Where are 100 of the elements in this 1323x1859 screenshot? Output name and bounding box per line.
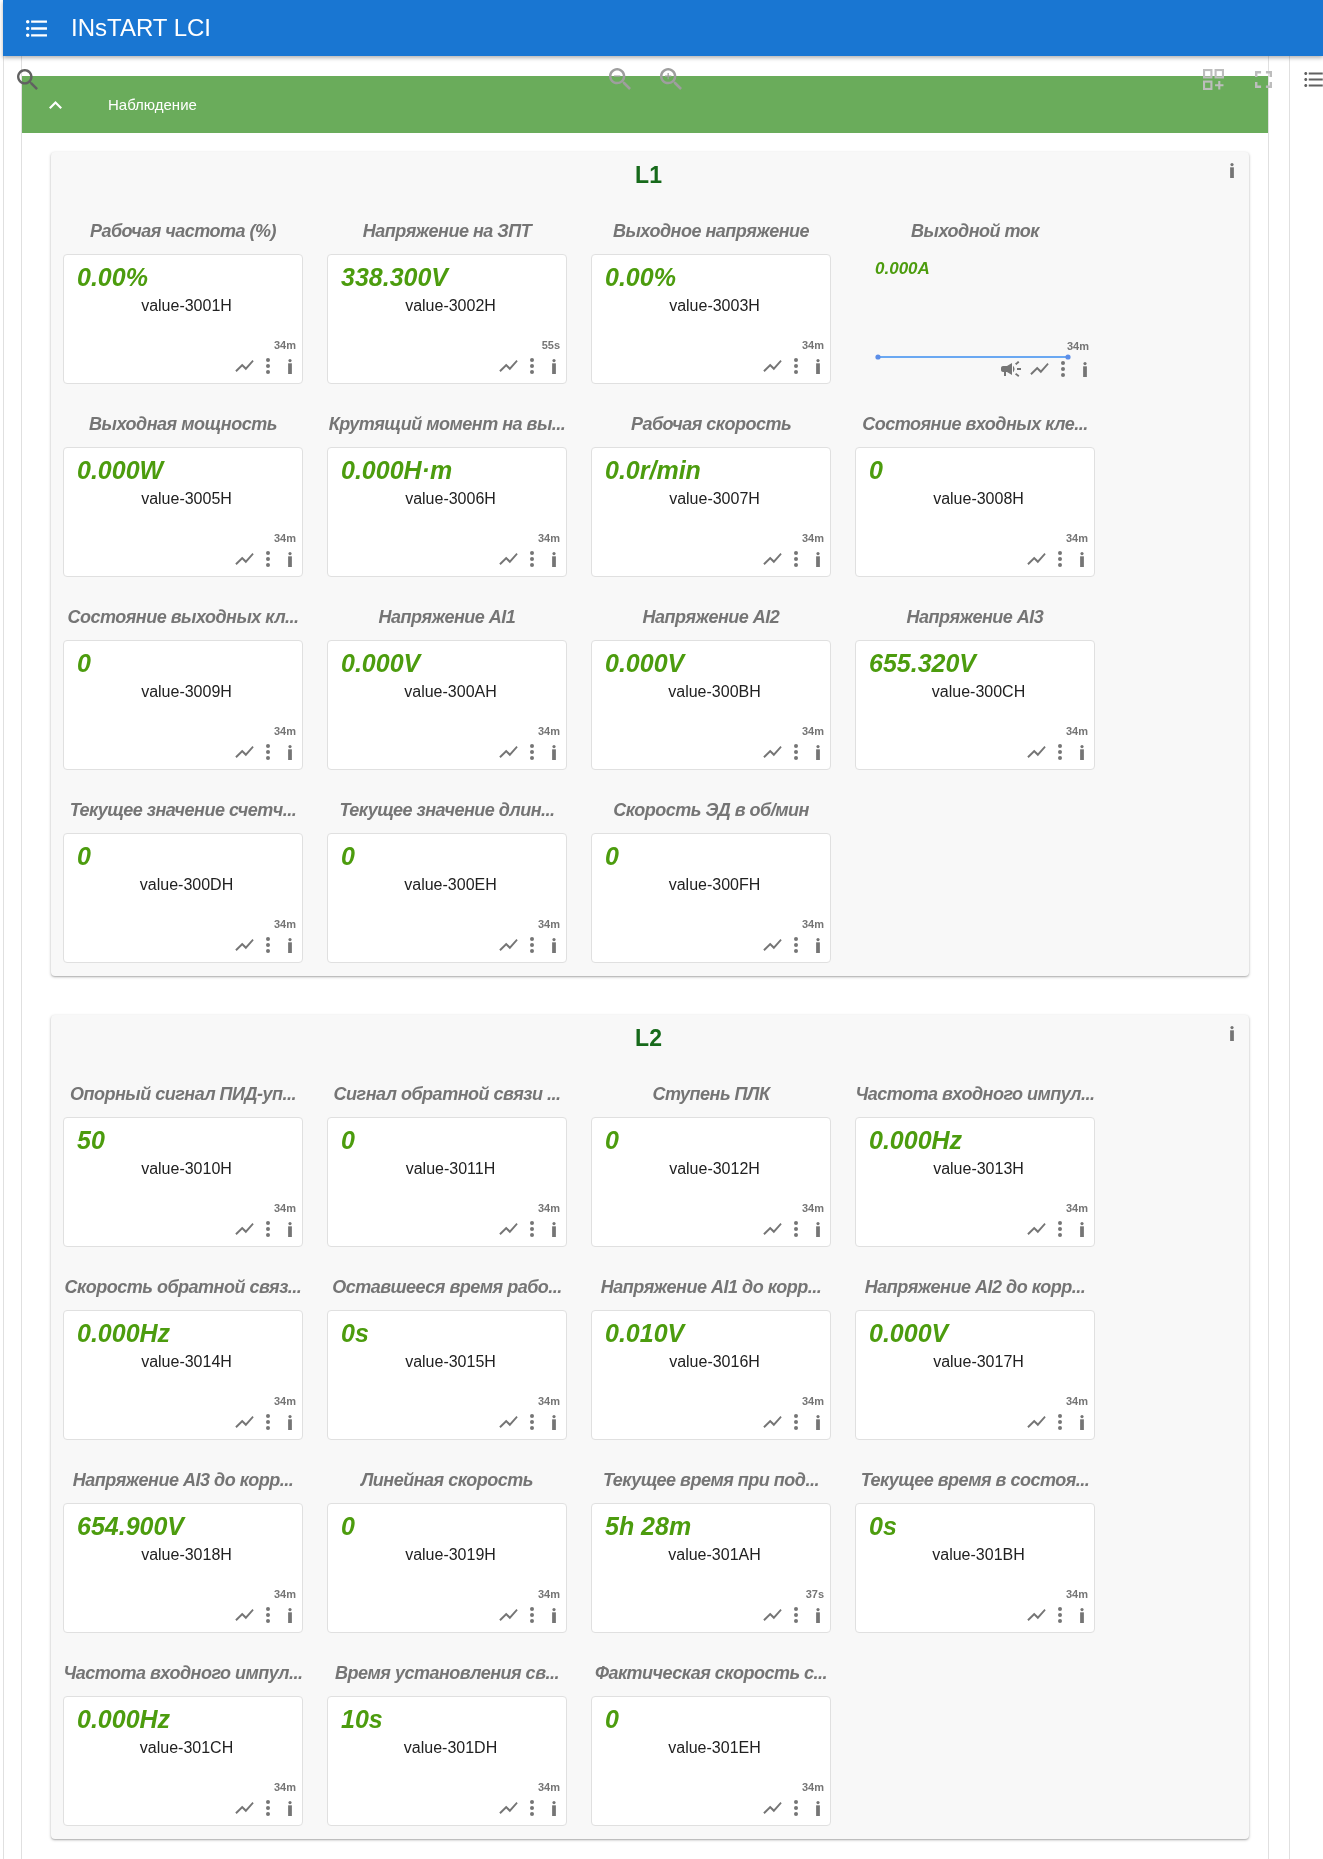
more-icon[interactable] [794, 744, 798, 760]
info-icon[interactable] [552, 1414, 556, 1430]
info-icon[interactable] [816, 358, 820, 374]
info-icon[interactable] [816, 1221, 820, 1237]
trend-icon[interactable] [763, 1416, 782, 1428]
info-icon[interactable] [288, 1414, 292, 1430]
info-icon[interactable] [552, 1800, 556, 1816]
more-icon[interactable] [530, 551, 534, 567]
trend-icon[interactable] [235, 1609, 254, 1621]
info-icon[interactable] [288, 937, 292, 953]
trend-icon[interactable] [499, 1802, 518, 1814]
trend-icon[interactable] [499, 360, 518, 372]
info-icon[interactable] [288, 1607, 292, 1623]
info-icon[interactable] [1230, 163, 1234, 178]
trend-icon[interactable] [1030, 363, 1049, 375]
trend-icon[interactable] [1027, 1416, 1046, 1428]
more-icon[interactable] [1058, 1607, 1062, 1623]
trend-icon[interactable] [1027, 1223, 1046, 1235]
more-icon[interactable] [1058, 744, 1062, 760]
info-icon[interactable] [552, 1607, 556, 1623]
info-icon[interactable] [816, 551, 820, 567]
menu-icon[interactable] [26, 19, 47, 37]
info-icon[interactable] [552, 1221, 556, 1237]
more-icon[interactable] [266, 1607, 270, 1623]
more-icon[interactable] [794, 937, 798, 953]
more-icon[interactable] [266, 1414, 270, 1430]
trend-icon[interactable] [235, 939, 254, 951]
more-icon[interactable] [530, 1607, 534, 1623]
list-icon[interactable] [1304, 71, 1323, 87]
trend-icon[interactable] [1027, 553, 1046, 565]
info-icon[interactable] [816, 1607, 820, 1623]
trend-icon[interactable] [235, 746, 254, 758]
search-icon[interactable] [17, 68, 38, 90]
more-icon[interactable] [794, 358, 798, 374]
info-icon[interactable] [288, 358, 292, 374]
more-icon[interactable] [266, 937, 270, 953]
more-icon[interactable] [266, 1800, 270, 1816]
trend-icon[interactable] [235, 1802, 254, 1814]
trend-icon[interactable] [499, 1223, 518, 1235]
info-icon[interactable] [1230, 1026, 1234, 1041]
info-icon[interactable] [288, 744, 292, 760]
more-icon[interactable] [266, 358, 270, 374]
trend-icon[interactable] [499, 939, 518, 951]
info-icon[interactable] [552, 551, 556, 567]
trend-icon[interactable] [763, 746, 782, 758]
more-icon[interactable] [530, 937, 534, 953]
info-icon[interactable] [816, 937, 820, 953]
info-icon[interactable] [1080, 744, 1084, 760]
info-icon[interactable] [816, 1800, 820, 1816]
trend-icon[interactable] [235, 1416, 254, 1428]
more-icon[interactable] [794, 1800, 798, 1816]
more-icon[interactable] [1058, 551, 1062, 567]
more-icon[interactable] [794, 1221, 798, 1237]
trend-icon[interactable] [499, 1609, 518, 1621]
info-icon[interactable] [1080, 1607, 1084, 1623]
info-icon[interactable] [1080, 1221, 1084, 1237]
chevron-icon[interactable] [49, 100, 62, 109]
trend-icon[interactable] [499, 746, 518, 758]
trend-icon[interactable] [763, 939, 782, 951]
info-icon[interactable] [1080, 1414, 1084, 1430]
info-icon[interactable] [816, 1414, 820, 1430]
more-icon[interactable] [794, 1607, 798, 1623]
trend-icon[interactable] [499, 1416, 518, 1428]
zoom-in-icon[interactable] [660, 68, 682, 90]
more-icon[interactable] [1058, 1414, 1062, 1430]
more-icon[interactable] [794, 551, 798, 567]
more-icon[interactable] [530, 1800, 534, 1816]
more-icon[interactable] [530, 358, 534, 374]
grid-plus-icon[interactable] [1203, 68, 1224, 90]
info-icon[interactable] [816, 744, 820, 760]
more-icon[interactable] [530, 1414, 534, 1430]
more-icon[interactable] [530, 1221, 534, 1237]
info-icon[interactable] [288, 1221, 292, 1237]
trend-icon[interactable] [499, 553, 518, 565]
trend-icon[interactable] [763, 360, 782, 372]
trend-icon[interactable] [763, 1223, 782, 1235]
more-icon[interactable] [1061, 361, 1065, 377]
more-icon[interactable] [794, 1414, 798, 1430]
trend-icon[interactable] [763, 1802, 782, 1814]
info-icon[interactable] [288, 551, 292, 567]
trend-icon[interactable] [763, 553, 782, 565]
trend-icon[interactable] [235, 1223, 254, 1235]
more-icon[interactable] [266, 551, 270, 567]
info-icon[interactable] [288, 1800, 292, 1816]
info-icon[interactable] [1083, 361, 1087, 377]
trend-icon[interactable] [1027, 1609, 1046, 1621]
trend-icon[interactable] [1027, 746, 1046, 758]
megaphone-icon[interactable] [1001, 361, 1021, 377]
more-icon[interactable] [1058, 1221, 1062, 1237]
trend-icon[interactable] [235, 553, 254, 565]
trend-icon[interactable] [763, 1609, 782, 1621]
info-icon[interactable] [1080, 551, 1084, 567]
info-icon[interactable] [552, 358, 556, 374]
fullscreen-icon[interactable] [1255, 70, 1272, 88]
more-icon[interactable] [530, 744, 534, 760]
more-icon[interactable] [266, 1221, 270, 1237]
info-icon[interactable] [552, 937, 556, 953]
trend-icon[interactable] [235, 360, 254, 372]
zoom-out-icon[interactable] [609, 68, 631, 90]
info-icon[interactable] [552, 744, 556, 760]
